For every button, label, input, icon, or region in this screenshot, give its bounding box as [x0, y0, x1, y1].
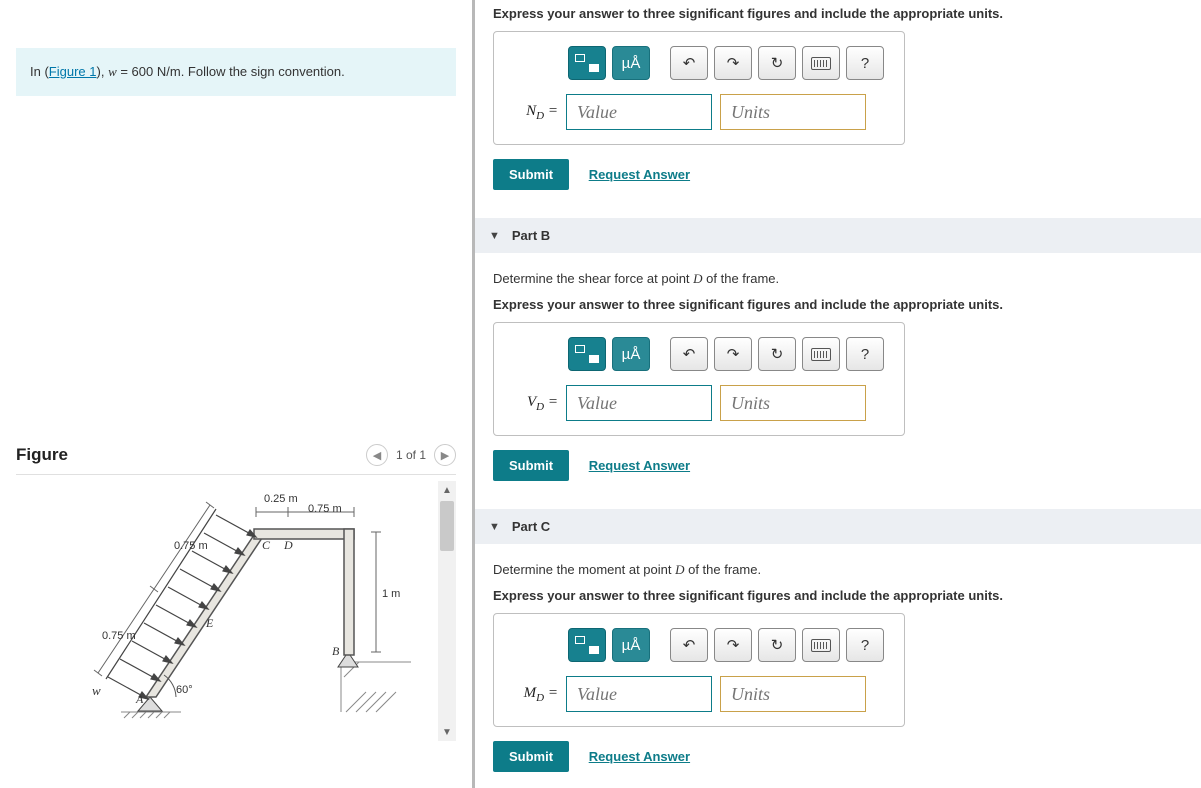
svg-text:B: B	[332, 644, 340, 658]
value-input[interactable]	[566, 94, 712, 130]
text: = 600 N/m	[117, 64, 181, 79]
request-answer-link[interactable]: Request Answer	[589, 458, 690, 473]
part-b-header[interactable]: ▼ Part B	[475, 218, 1201, 253]
request-answer-link[interactable]: Request Answer	[589, 167, 690, 182]
svg-text:1 m: 1 m	[382, 588, 400, 600]
left-panel: In (Figure 1), w = 600 N/m. Follow the s…	[0, 0, 475, 788]
templates-button[interactable]	[568, 337, 606, 371]
undo-button[interactable]: ↶	[670, 46, 708, 80]
submit-button[interactable]: Submit	[493, 450, 569, 481]
templates-button[interactable]	[568, 628, 606, 662]
answer-box-c: µÅ ↶ ↷ ↻ ? MD =	[493, 613, 905, 727]
templates-button[interactable]	[568, 46, 606, 80]
figure-header: Figure ◀ 1 of 1 ▶	[16, 444, 456, 475]
reset-button[interactable]: ↻	[758, 628, 796, 662]
svg-text:A: A	[135, 692, 144, 706]
value-input[interactable]	[566, 385, 712, 421]
special-chars-button[interactable]: µÅ	[612, 628, 650, 662]
keyboard-icon	[811, 639, 831, 652]
scroll-up-icon[interactable]: ▲	[438, 481, 456, 499]
svg-text:w: w	[92, 683, 101, 698]
value-input[interactable]	[566, 676, 712, 712]
answer-toolbar: µÅ ↶ ↷ ↻ ?	[568, 628, 884, 662]
redo-button[interactable]: ↷	[714, 337, 752, 371]
submit-row: Submit Request Answer	[493, 450, 1183, 481]
svg-text:60°: 60°	[176, 684, 193, 696]
answer-box-b: µÅ ↶ ↷ ↻ ? VD =	[493, 322, 905, 436]
part-c-desc: Determine the moment at point D of the f…	[493, 562, 1183, 578]
special-chars-button[interactable]: µÅ	[612, 46, 650, 80]
answer-toolbar: µÅ ↶ ↷ ↻ ?	[568, 46, 884, 80]
next-figure-button[interactable]: ▶	[434, 444, 456, 466]
answer-toolbar: µÅ ↶ ↷ ↻ ?	[568, 337, 884, 371]
variable-label: ND =	[514, 103, 558, 122]
figure-panel: 0.25 m 0.75 m 0.75 m 0.75 m 1 m 60° w A …	[16, 481, 456, 741]
text: ),	[97, 64, 109, 79]
instructions: Express your answer to three significant…	[493, 297, 1183, 312]
right-panel: Express your answer to three significant…	[475, 0, 1201, 788]
keyboard-icon	[811, 348, 831, 361]
part-c-header[interactable]: ▼ Part C	[475, 509, 1201, 544]
input-row: VD =	[514, 385, 884, 421]
submit-row: Submit Request Answer	[493, 741, 1183, 772]
problem-statement: In (Figure 1), w = 600 N/m. Follow the s…	[16, 48, 456, 96]
scroll-down-icon[interactable]: ▼	[438, 723, 456, 741]
keyboard-button[interactable]	[802, 46, 840, 80]
submit-button[interactable]: Submit	[493, 741, 569, 772]
figure-link[interactable]: Figure 1	[49, 64, 97, 79]
part-b-desc: Determine the shear force at point D of …	[493, 271, 1183, 287]
keyboard-button[interactable]	[802, 628, 840, 662]
keyboard-icon	[811, 57, 831, 70]
variable-label: MD =	[514, 685, 558, 704]
units-input[interactable]	[720, 676, 866, 712]
svg-text:0.75 m: 0.75 m	[174, 540, 208, 552]
keyboard-button[interactable]	[802, 337, 840, 371]
redo-button[interactable]: ↷	[714, 46, 752, 80]
units-input[interactable]	[720, 385, 866, 421]
undo-button[interactable]: ↶	[670, 628, 708, 662]
figure-diagram: 0.25 m 0.75 m 0.75 m 0.75 m 1 m 60° w A …	[66, 487, 426, 732]
submit-row: Submit Request Answer	[493, 159, 1183, 190]
instructions: Express your answer to three significant…	[493, 6, 1183, 21]
part-title: Part B	[512, 228, 550, 243]
svg-text:C: C	[262, 538, 271, 552]
svg-text:0.75 m: 0.75 m	[308, 503, 342, 515]
reset-button[interactable]: ↻	[758, 337, 796, 371]
instructions: Express your answer to three significant…	[493, 588, 1183, 603]
figure-pager: ◀ 1 of 1 ▶	[366, 444, 456, 466]
scroll-thumb[interactable]	[440, 501, 454, 551]
answer-box-a: µÅ ↶ ↷ ↻ ? ND =	[493, 31, 905, 145]
collapse-icon: ▼	[489, 230, 500, 242]
input-row: MD =	[514, 676, 884, 712]
svg-text:D: D	[283, 538, 293, 552]
part-title: Part C	[512, 519, 550, 534]
help-button[interactable]: ?	[846, 337, 884, 371]
undo-button[interactable]: ↶	[670, 337, 708, 371]
figure-scrollbar[interactable]: ▲ ▼	[438, 481, 456, 741]
figure-title: Figure	[16, 445, 68, 465]
help-button[interactable]: ?	[846, 46, 884, 80]
units-input[interactable]	[720, 94, 866, 130]
svg-text:0.75 m: 0.75 m	[102, 630, 136, 642]
input-row: ND =	[514, 94, 884, 130]
special-chars-button[interactable]: µÅ	[612, 337, 650, 371]
redo-button[interactable]: ↷	[714, 628, 752, 662]
variable-label: VD =	[514, 394, 558, 413]
page-wrap: In (Figure 1), w = 600 N/m. Follow the s…	[0, 0, 1201, 788]
var-w: w	[108, 64, 117, 79]
reset-button[interactable]: ↻	[758, 46, 796, 80]
collapse-icon: ▼	[489, 521, 500, 533]
text: In (	[30, 64, 49, 79]
svg-text:E: E	[205, 616, 214, 630]
submit-button[interactable]: Submit	[493, 159, 569, 190]
pager-text: 1 of 1	[396, 448, 426, 462]
prev-figure-button[interactable]: ◀	[366, 444, 388, 466]
svg-text:0.25 m: 0.25 m	[264, 493, 298, 505]
help-button[interactable]: ?	[846, 628, 884, 662]
text: . Follow the sign convention.	[181, 64, 345, 79]
request-answer-link[interactable]: Request Answer	[589, 749, 690, 764]
